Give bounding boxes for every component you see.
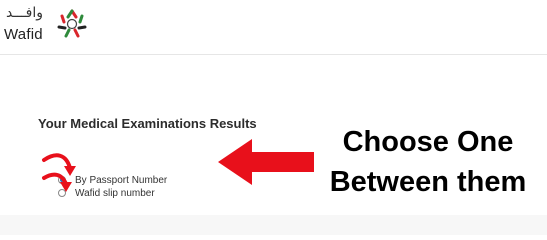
top-header: وافـــد Wafid: [0, 0, 547, 55]
option-label: By Passport Number: [75, 174, 168, 186]
annotation-callout: Choose One Between them: [318, 122, 538, 202]
radio-wafid-slip[interactable]: [58, 189, 66, 197]
wafid-star-logo-icon: [57, 9, 87, 38]
radio-passport-number[interactable]: [58, 176, 66, 184]
callout-line-1: Choose One: [342, 126, 514, 158]
footer-band: [0, 215, 547, 235]
logo-latin-text: Wafid: [4, 26, 43, 43]
option-label: Wafid slip number: [75, 187, 155, 199]
callout-line-2: Between them: [329, 166, 527, 198]
option-passport-number[interactable]: By Passport Number: [58, 174, 167, 186]
wafid-logo[interactable]: وافـــد Wafid: [0, 0, 100, 54]
logo-arabic-text: وافـــد: [6, 5, 43, 21]
page-title: Your Medical Examinations Results: [38, 116, 257, 131]
option-wafid-slip[interactable]: Wafid slip number: [58, 187, 155, 199]
